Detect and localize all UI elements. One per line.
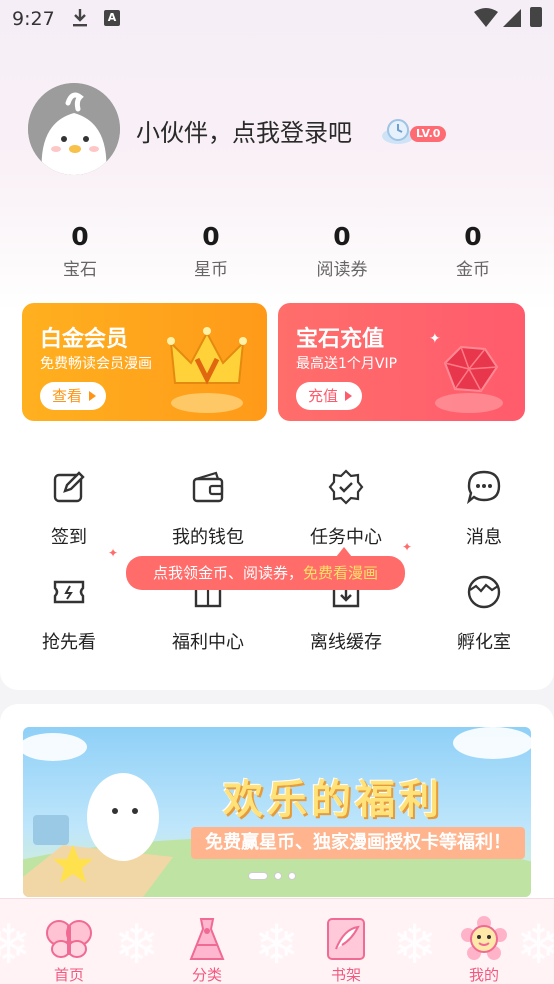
play-arrow-icon xyxy=(89,391,96,401)
vip-card-title: 白金会员 xyxy=(40,327,129,352)
nav-label: 首页 xyxy=(53,966,84,984)
nav-label: 分类 xyxy=(191,966,222,984)
recharge-button[interactable]: 充值 xyxy=(296,382,362,410)
play-arrow-icon xyxy=(345,391,352,401)
platinum-vip-card[interactable]: 白金会员 免费畅读会员漫画 查看 xyxy=(22,303,267,421)
avatar[interactable] xyxy=(28,83,120,175)
keyboard-status-icon: A xyxy=(104,10,120,26)
wifi-icon xyxy=(474,8,498,27)
nav-bookshelf[interactable]: 书架 xyxy=(277,899,415,984)
stat-label: 宝石 xyxy=(63,260,97,280)
stat-reading-vouchers[interactable]: 0 阅读券 xyxy=(292,222,392,280)
status-time: 9:27 xyxy=(12,8,55,30)
ticket-icon xyxy=(53,580,85,604)
edit-icon xyxy=(53,471,85,503)
ruby-gem-icon: ✦ xyxy=(429,331,503,413)
vip-card-subtitle: 免费畅读会员漫画 xyxy=(40,356,152,372)
gem-recharge-card[interactable]: 宝石充值 最高送1个月VIP 充值 ✦ xyxy=(278,303,525,421)
checkin-entry[interactable]: 签到 xyxy=(9,469,129,549)
tooltip-text: 点我领金币、阅读券， xyxy=(152,564,303,582)
battery-icon xyxy=(530,7,542,27)
egg-icon xyxy=(467,575,501,609)
stat-label: 金币 xyxy=(456,260,490,280)
bottom-nav: ❄ ❄ ❄ ❄ ❄ 首页 分类 书架 我的 xyxy=(0,898,554,984)
rewards-tooltip[interactable]: 点我领金币、阅读券，免费看漫画 xyxy=(126,556,405,590)
tooltip-highlight: 免费看漫画 xyxy=(303,564,379,582)
chat-icon xyxy=(466,470,501,505)
incubator-entry[interactable]: 孵化室 xyxy=(424,574,544,654)
grid-label: 福利中心 xyxy=(172,632,244,653)
stat-value: 0 xyxy=(202,222,220,251)
crown-icon xyxy=(167,327,247,413)
banner-pagination xyxy=(248,872,302,880)
stat-gold-coins[interactable]: 0 金币 xyxy=(423,222,523,280)
book-icon xyxy=(327,918,365,960)
view-vip-label: 查看 xyxy=(52,387,83,405)
banner-subtitle: 免费赢星币、独家漫画授权卡等福利！ xyxy=(191,827,525,859)
stat-value: 0 xyxy=(464,222,482,251)
wallet-entry[interactable]: 我的钱包 xyxy=(148,469,268,549)
stat-label: 阅读券 xyxy=(316,260,368,280)
status-bar: 9:27 A xyxy=(0,0,554,38)
nav-label: 书架 xyxy=(330,966,361,984)
stat-value: 0 xyxy=(71,222,89,251)
nav-mine[interactable]: 我的 xyxy=(415,899,553,984)
nav-category[interactable]: 分类 xyxy=(138,899,276,984)
recharge-label: 充值 xyxy=(308,387,339,405)
early-access-entry[interactable]: 抢先看 xyxy=(9,574,129,654)
sparkle-icon: ✦ xyxy=(108,546,119,560)
grid-label: 消息 xyxy=(466,527,502,548)
login-prompt[interactable]: 小伙伴，点我登录吧 xyxy=(136,113,352,148)
gem-card-subtitle: 最高送1个月VIP xyxy=(296,356,398,372)
flower-face-icon xyxy=(461,916,507,960)
stat-label: 星币 xyxy=(194,260,228,280)
grid-label: 我的钱包 xyxy=(172,527,244,548)
signal-icon xyxy=(503,9,521,27)
level-indicator[interactable]: LV.0 xyxy=(380,114,450,146)
grid-label: 离线缓存 xyxy=(310,632,382,653)
nav-label: 我的 xyxy=(468,966,499,984)
page-dot-active[interactable] xyxy=(248,872,268,880)
task-center-entry[interactable]: 任务中心 xyxy=(286,469,406,549)
page-dot[interactable] xyxy=(288,872,296,880)
grid-label: 任务中心 xyxy=(310,527,382,548)
badge-check-icon xyxy=(328,469,364,505)
stat-gems[interactable]: 0 宝石 xyxy=(30,222,130,280)
banner-title: 欢乐的福利 xyxy=(223,776,443,823)
nav-home[interactable]: 首页 xyxy=(0,899,138,984)
stat-value: 0 xyxy=(333,222,351,251)
download-status-icon xyxy=(73,9,87,27)
grid-label: 孵化室 xyxy=(457,632,511,653)
messages-entry[interactable]: 消息 xyxy=(424,469,544,549)
wallet-icon xyxy=(192,471,224,503)
view-vip-button[interactable]: 查看 xyxy=(40,382,106,410)
butterfly-icon xyxy=(46,920,92,958)
sparkle-icon: ✦ xyxy=(402,540,413,554)
svg-text:✦: ✦ xyxy=(429,331,441,347)
stat-star-coins[interactable]: 0 星币 xyxy=(161,222,261,280)
grid-label: 抢先看 xyxy=(42,632,96,653)
gem-card-title: 宝石充值 xyxy=(296,327,385,352)
dress-icon xyxy=(189,918,225,960)
level-badge: LV.0 xyxy=(410,126,447,142)
page-dot[interactable] xyxy=(274,872,282,880)
chick-avatar-icon xyxy=(28,83,120,175)
